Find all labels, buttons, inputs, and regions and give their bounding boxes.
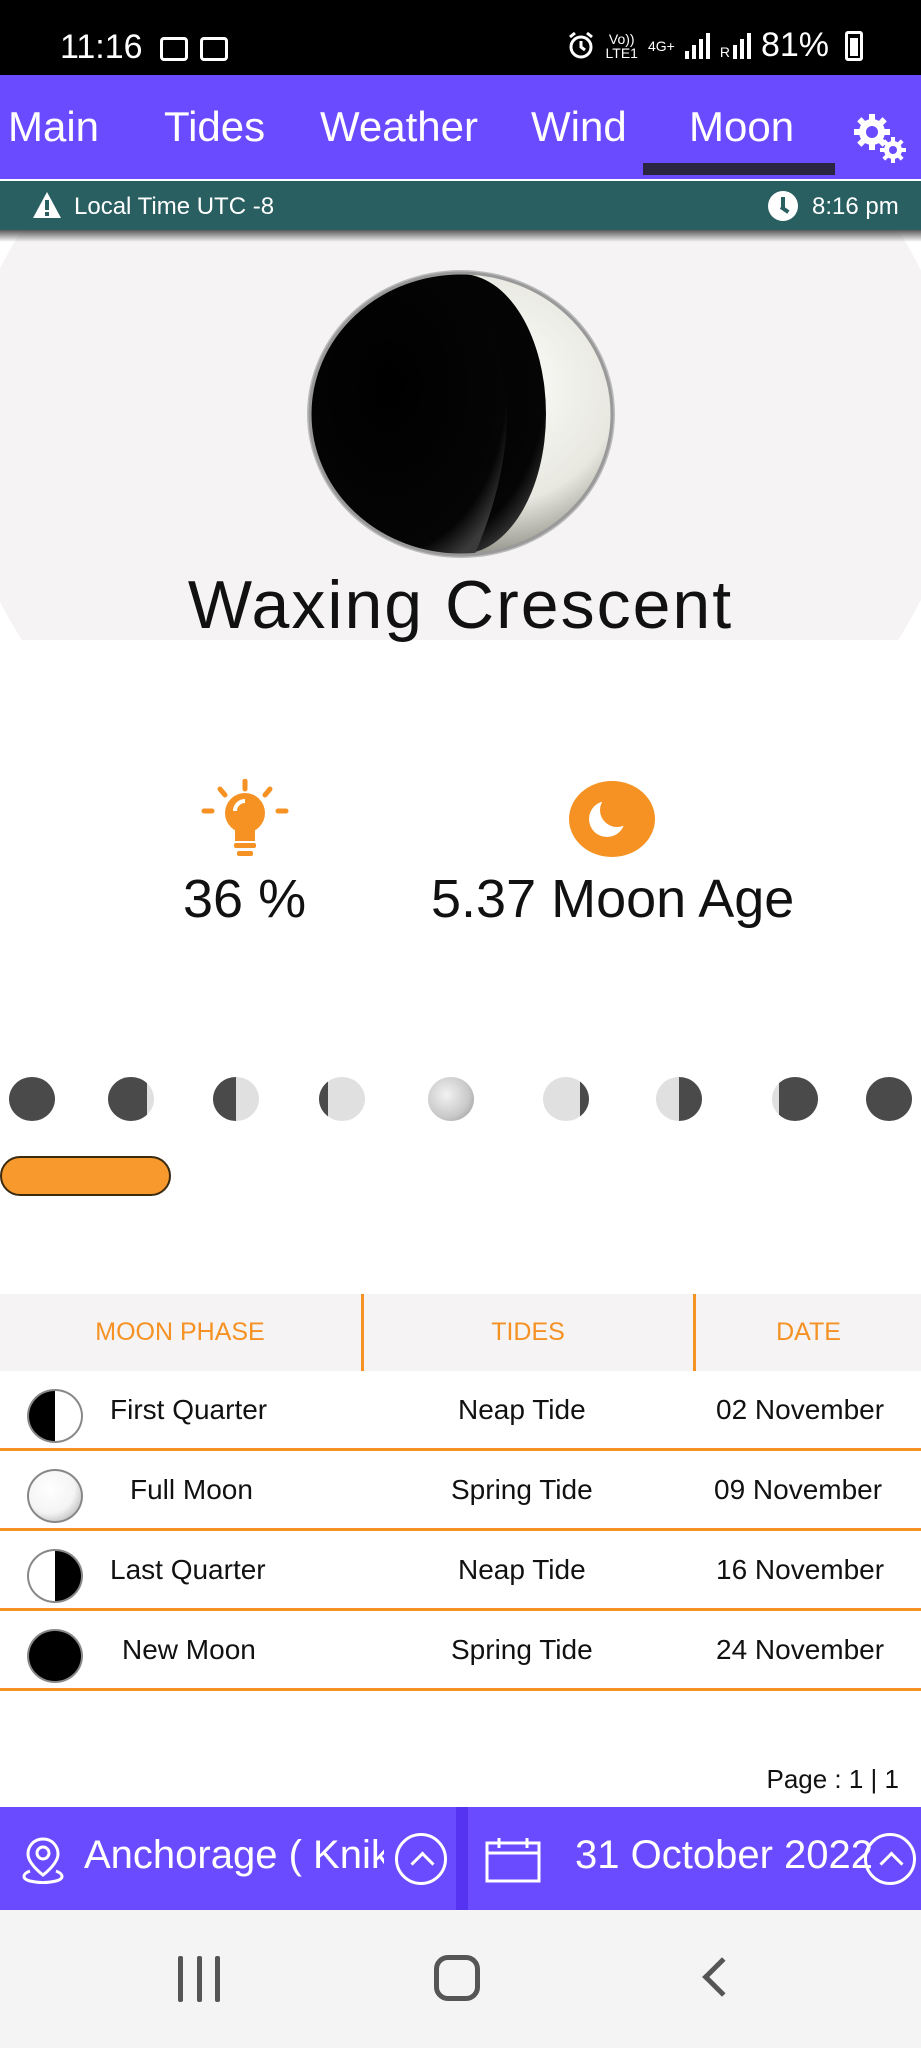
row-phase: Last Quarter <box>110 1554 266 1585</box>
first-quarter-icon <box>27 1389 83 1443</box>
header-date: DATE <box>776 1318 841 1346</box>
phase-strip-moon[interactable] <box>108 1077 154 1121</box>
recent-apps-button[interactable] <box>178 1956 220 2002</box>
local-time-value: 8:16 pm <box>812 193 899 220</box>
row-date: 24 November <box>716 1634 885 1665</box>
status-time: 11:16 <box>60 28 143 66</box>
phase-slider-handle[interactable] <box>0 1156 171 1196</box>
phase-strip-moon[interactable] <box>428 1077 474 1121</box>
bottom-bar: Anchorage ( Knik A 31 October 2022 <box>0 1807 921 1910</box>
tab-main[interactable]: Main <box>8 75 99 179</box>
moon-age-value: 5.37 Moon Age <box>431 869 795 929</box>
location-pin-icon <box>22 1837 64 1884</box>
back-button[interactable] <box>702 1957 742 1997</box>
alarm-icon <box>568 31 593 58</box>
info-bar: Local Time UTC -8 8:16 pm <box>0 181 921 230</box>
row-date: 09 November <box>714 1474 883 1505</box>
table-row[interactable]: New Moon Spring Tide 24 November <box>0 1612 921 1691</box>
illumination-value: 36 % <box>183 869 307 929</box>
phase-strip-moon[interactable] <box>656 1077 702 1121</box>
table-row[interactable]: First Quarter Neap Tide 02 November <box>0 1372 921 1451</box>
lightbulb-icon <box>201 779 289 856</box>
last-quarter-icon <box>27 1549 83 1603</box>
location-label[interactable]: Anchorage ( Knik A <box>84 1833 384 1878</box>
row-date: 02 November <box>716 1394 885 1425</box>
row-date: 16 November <box>716 1554 885 1585</box>
date-expand-button[interactable] <box>864 1833 916 1885</box>
status-bar: 11:16 Vo)) LTE1 4G+ R 81% <box>0 0 921 75</box>
roaming-signal-icon: R <box>719 32 751 60</box>
status-right: Vo)) LTE1 4G+ R 81% <box>566 26 863 65</box>
selected-date[interactable]: 31 October 2022 <box>575 1833 873 1878</box>
table-row[interactable]: Last Quarter Neap Tide 16 November <box>0 1532 921 1611</box>
gears-icon[interactable] <box>850 112 908 164</box>
volte-top: Vo)) <box>608 30 635 47</box>
bottom-bar-divider <box>456 1807 468 1910</box>
row-phase: New Moon <box>122 1634 256 1665</box>
pagination: Page : 1 | 1 <box>766 1764 899 1794</box>
header-moon-phase: MOON PHASE <box>95 1318 265 1346</box>
row-tide: Spring Tide <box>451 1474 593 1505</box>
message-icon <box>200 37 228 61</box>
phase-strip-moon[interactable] <box>319 1077 365 1121</box>
moon-phase-title: Waxing Crescent <box>187 567 734 643</box>
row-phase: First Quarter <box>110 1394 268 1425</box>
volte-indicator: Vo)) LTE1 <box>606 32 638 60</box>
phase-strip-moon[interactable] <box>213 1077 259 1121</box>
calendar-icon <box>485 1838 541 1883</box>
table-header: MOON PHASE TIDES DATE <box>0 1294 921 1371</box>
header-tides: TIDES <box>491 1318 565 1346</box>
location-expand-button[interactable] <box>395 1833 447 1885</box>
net-type: 4G+ <box>647 37 675 54</box>
roaming-label: R <box>719 43 730 60</box>
tab-wind[interactable]: Wind <box>531 75 627 179</box>
warning-icon <box>33 192 61 218</box>
battery-percent: 81% <box>760 26 829 64</box>
new-moon-icon <box>27 1629 83 1683</box>
tab-weather[interactable]: Weather <box>320 75 478 179</box>
signal-icon <box>684 32 710 59</box>
phase-strip-moon[interactable] <box>9 1077 55 1121</box>
status-notification-icons <box>160 37 228 61</box>
row-tide: Neap Tide <box>458 1554 586 1585</box>
moon-icon <box>569 781 655 857</box>
phase-strip-moon[interactable] <box>772 1077 818 1121</box>
active-tab-indicator <box>643 163 835 175</box>
row-phase: Full Moon <box>130 1474 253 1505</box>
battery-icon <box>845 30 863 61</box>
local-time-label: Local Time UTC -8 <box>74 193 275 220</box>
tab-tides[interactable]: Tides <box>164 75 265 179</box>
clock-icon <box>768 191 798 221</box>
row-tide: Neap Tide <box>458 1394 586 1425</box>
full-moon-icon <box>27 1469 83 1523</box>
info-bar-shadow <box>0 230 921 242</box>
moon-phase-image <box>307 270 615 558</box>
home-button[interactable] <box>434 1955 480 2001</box>
table-row[interactable]: Full Moon Spring Tide 09 November <box>0 1452 921 1531</box>
header-divider <box>361 1294 364 1371</box>
phase-strip-moon[interactable] <box>543 1077 589 1121</box>
volte-bottom: LTE1 <box>605 44 638 61</box>
row-tide: Spring Tide <box>451 1634 593 1665</box>
phase-strip-moon[interactable] <box>866 1077 912 1121</box>
header-divider <box>693 1294 696 1371</box>
gallery-icon <box>160 37 188 61</box>
system-nav-bar <box>0 1910 921 2048</box>
